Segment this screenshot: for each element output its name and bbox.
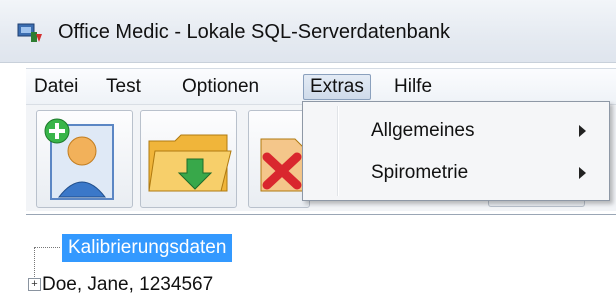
menu-gutter [337, 106, 339, 196]
menu-test[interactable]: Test [100, 75, 147, 99]
tree-item-patient[interactable]: Doe, Jane, 1234567 [42, 271, 213, 299]
menu-hilfe[interactable]: Hilfe [388, 75, 438, 99]
window-title: Office Medic - Lokale SQL-Serverdatenban… [58, 21, 451, 43]
open-file-button[interactable] [140, 110, 237, 208]
open-folder-icon [148, 134, 232, 192]
add-patient-button[interactable] [36, 110, 133, 208]
menu-extras[interactable]: Extras [303, 74, 371, 100]
title-bar: Office Medic - Lokale SQL-Serverdatenban… [0, 0, 616, 63]
tree-connector [34, 247, 35, 279]
delete-button[interactable] [248, 110, 310, 208]
delete-icon [260, 138, 304, 192]
expand-icon[interactable]: + [28, 278, 41, 291]
menu-item-spirometrie[interactable]: Spirometrie [371, 162, 468, 184]
add-patient-icon [44, 118, 114, 200]
tree-item-kalibrierungsdaten[interactable]: Kalibrierungsdaten [62, 234, 233, 262]
tree-connector [34, 247, 60, 248]
menu-item-allgemeines[interactable]: Allgemeines [371, 120, 475, 142]
menu-datei[interactable]: Datei [28, 75, 84, 99]
menu-optionen[interactable]: Optionen [176, 75, 265, 99]
extras-dropdown-menu: Allgemeines Spirometrie [302, 101, 610, 201]
submenu-arrow-icon [579, 167, 586, 179]
app-database-icon [17, 23, 42, 42]
submenu-arrow-icon [579, 125, 586, 137]
